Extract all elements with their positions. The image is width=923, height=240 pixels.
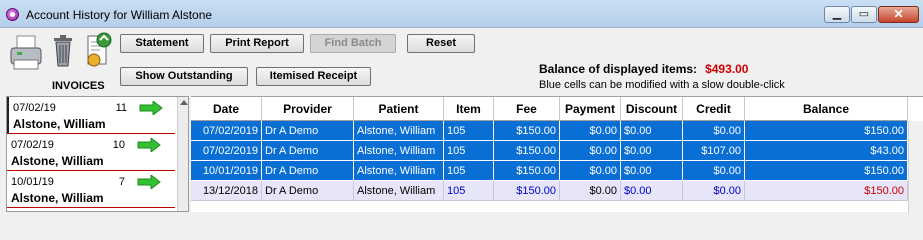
column-header-patient[interactable]: Patient <box>354 97 444 121</box>
invoice-list: 07/02/19 11 Alstone, William 07/02/19 10… <box>6 96 189 212</box>
cell-discount[interactable]: $0.00 <box>621 121 683 141</box>
cell-provider[interactable]: Dr A Demo <box>262 181 354 201</box>
cell-balance[interactable]: $43.00 <box>745 141 908 161</box>
column-header-payment[interactable]: Payment <box>560 97 621 121</box>
print-report-button[interactable]: Print Report <box>210 34 304 53</box>
cell-payment[interactable]: $0.00 <box>560 181 621 201</box>
invoice-item[interactable]: 07/02/19 10 Alstone, William <box>7 134 175 171</box>
arrow-right-icon[interactable] <box>137 175 161 189</box>
table-row[interactable]: 10/01/2019 Dr A Demo Alstone, William 10… <box>191 161 923 181</box>
column-header-credit[interactable]: Credit <box>683 97 745 121</box>
cell-patient[interactable]: Alstone, William <box>354 141 444 161</box>
cell-fee[interactable]: $150.00 <box>494 161 560 181</box>
cell-provider[interactable]: Dr A Demo <box>262 161 354 181</box>
column-header-provider[interactable]: Provider <box>262 97 354 121</box>
cell-payment[interactable]: $0.00 <box>560 121 621 141</box>
cell-patient[interactable]: Alstone, William <box>354 121 444 141</box>
cell-provider[interactable]: Dr A Demo <box>262 121 354 141</box>
reset-button[interactable]: Reset <box>407 34 475 53</box>
invoice-patient-name: Alstone, William <box>11 191 104 205</box>
app-icon[interactable] <box>6 8 19 21</box>
cell-credit[interactable]: $0.00 <box>683 181 745 201</box>
cell-discount[interactable]: $0.00 <box>621 161 683 181</box>
column-header-item[interactable]: Item <box>444 97 494 121</box>
account-history-grid: Date Provider Patient Item Fee Payment D… <box>191 96 923 213</box>
cell-patient[interactable]: Alstone, William <box>354 181 444 201</box>
column-header-discount[interactable]: Discount <box>621 97 683 121</box>
cell-balance[interactable]: $150.00 <box>745 121 908 141</box>
find-batch-button[interactable]: Find Batch <box>310 34 396 53</box>
table-row[interactable]: 07/02/2019 Dr A Demo Alstone, William 10… <box>191 141 923 161</box>
cell-patient[interactable]: Alstone, William <box>354 161 444 181</box>
cell-credit[interactable]: $0.00 <box>683 161 745 181</box>
edit-hint: Blue cells can be modified with a slow d… <box>539 79 785 91</box>
scroll-up-icon[interactable] <box>180 100 188 105</box>
cell-provider[interactable]: Dr A Demo <box>262 141 354 161</box>
title-bar: Account History for William Alstone ▁ ▭ … <box>0 0 923 28</box>
cell-payment[interactable]: $0.00 <box>560 161 621 181</box>
cell-payment[interactable]: $0.00 <box>560 141 621 161</box>
invoice-number: 10 <box>112 139 125 151</box>
cell-discount[interactable]: $0.00 <box>621 141 683 161</box>
table-row[interactable]: 13/12/2018 Dr A Demo Alstone, William 10… <box>191 181 923 201</box>
invoice-number: 7 <box>118 176 125 188</box>
itemised-receipt-button[interactable]: Itemised Receipt <box>256 67 371 86</box>
grid-scrollbar[interactable] <box>908 121 923 213</box>
column-header-balance[interactable]: Balance <box>745 97 908 121</box>
invoice-number: 11 <box>115 102 127 114</box>
close-button[interactable]: ✕ <box>878 6 919 23</box>
cell-item[interactable]: 105 <box>444 141 494 161</box>
balance-summary: Balance of displayed items: $493.00 <box>539 62 748 76</box>
window-title: Account History for William Alstone <box>26 8 213 22</box>
invoice-date: 07/02/19 <box>13 102 56 114</box>
invoice-patient-name: Alstone, William <box>13 117 106 131</box>
balance-label: Balance of displayed items: <box>539 62 698 76</box>
invoices-heading: INVOICES <box>52 80 105 92</box>
cell-fee[interactable]: $150.00 <box>494 181 560 201</box>
trash-icon[interactable] <box>52 34 74 68</box>
arrow-right-icon[interactable] <box>137 138 161 152</box>
invoice-list-scrollbar[interactable] <box>177 97 188 211</box>
column-header-fee[interactable]: Fee <box>494 97 560 121</box>
table-row[interactable]: 07/02/2019 Dr A Demo Alstone, William 10… <box>191 121 923 141</box>
minimize-button[interactable]: ▁ <box>824 6 850 23</box>
invoice-item[interactable]: 10/01/19 7 Alstone, William <box>7 171 175 208</box>
invoice-date: 07/02/19 <box>11 139 54 151</box>
invoice-item[interactable]: 07/02/19 11 Alstone, William <box>7 97 175 134</box>
printer-icon[interactable] <box>8 32 44 72</box>
cell-fee[interactable]: $150.00 <box>494 121 560 141</box>
cell-item[interactable]: 105 <box>444 121 494 141</box>
show-outstanding-button[interactable]: Show Outstanding <box>120 67 248 86</box>
cell-discount[interactable]: $0.00 <box>621 181 683 201</box>
column-header-date[interactable]: Date <box>191 97 262 121</box>
grid-header: Date Provider Patient Item Fee Payment D… <box>191 97 923 121</box>
balance-amount: $493.00 <box>705 62 749 76</box>
cell-date[interactable]: 13/12/2018 <box>191 181 262 201</box>
statement-button[interactable]: Statement <box>120 34 204 53</box>
cell-balance[interactable]: $150.00 <box>745 161 908 181</box>
arrow-right-icon[interactable] <box>139 101 163 115</box>
cell-credit[interactable]: $107.00 <box>683 141 745 161</box>
maximize-button[interactable]: ▭ <box>851 6 877 23</box>
cell-credit[interactable]: $0.00 <box>683 121 745 141</box>
cell-fee[interactable]: $150.00 <box>494 141 560 161</box>
cell-date[interactable]: 07/02/2019 <box>191 121 262 141</box>
cell-item[interactable]: 105 <box>444 181 494 201</box>
cell-date[interactable]: 07/02/2019 <box>191 141 262 161</box>
cell-date[interactable]: 10/01/2019 <box>191 161 262 181</box>
invoice-patient-name: Alstone, William <box>11 154 104 168</box>
invoice-date: 10/01/19 <box>11 176 54 188</box>
cell-balance[interactable]: $150.00 <box>745 181 908 201</box>
receipt-icon[interactable] <box>82 30 114 70</box>
cell-item[interactable]: 105 <box>444 161 494 181</box>
